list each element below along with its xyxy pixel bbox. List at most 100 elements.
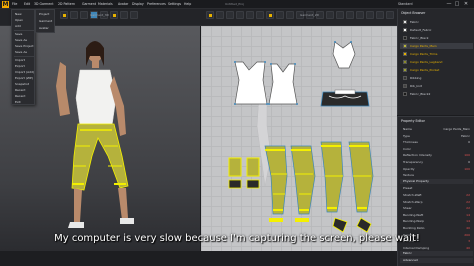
- menu-item-open[interactable]: Open: [15, 18, 23, 22]
- object-browser-row[interactable]: Cargo Pants_Main: [400, 43, 473, 49]
- property-value-field[interactable]: 14: [466, 219, 470, 223]
- tack-tool-icon[interactable]: [120, 11, 128, 19]
- polygon-tool-icon[interactable]: [216, 11, 224, 19]
- menu-item-recent-2[interactable]: Recent: [15, 94, 25, 98]
- property-row: Thickness 0: [400, 139, 473, 145]
- menu-item-add[interactable]: Add: [15, 24, 21, 28]
- object-browser-row[interactable]: Fabric_Black2: [400, 91, 473, 97]
- object-browser-row[interactable]: Rib_knit: [400, 83, 473, 89]
- menu-item-exit[interactable]: Exit: [15, 100, 21, 104]
- property-value-field[interactable]: Cargo Pants_Main: [443, 127, 470, 131]
- minimize-button[interactable]: —: [446, 1, 452, 7]
- submenu-item-project[interactable]: Project: [39, 12, 49, 16]
- submenu-item-avatar[interactable]: Avatar: [39, 26, 49, 30]
- menu-item-snapshot[interactable]: Snapshot: [15, 82, 29, 86]
- segment-sewing-icon[interactable]: [276, 11, 284, 19]
- arrange-tool-icon[interactable]: [110, 11, 118, 19]
- property-section-header[interactable]: Physical Property: [400, 178, 473, 184]
- tank-top-front-piece: [234, 61, 268, 105]
- dart-tool-icon[interactable]: [256, 11, 264, 19]
- submenu-item-garment[interactable]: Garment: [39, 19, 52, 23]
- object-browser-row[interactable]: Default_Fabric: [400, 27, 473, 33]
- property-value-field[interactable]: 22: [466, 200, 470, 204]
- zoom-tool-icon[interactable]: [386, 11, 394, 19]
- object-browser-row[interactable]: Fabric: [400, 19, 473, 25]
- property-row: Bending-Warp 14: [400, 218, 473, 224]
- rectangle-tool-icon[interactable]: [226, 11, 234, 19]
- object-browser-title: Object Browser: [401, 11, 426, 15]
- puckering-tool-icon[interactable]: [356, 11, 364, 19]
- property-value-field[interactable]: 40: [466, 226, 470, 230]
- property-row: Reflection Intensity 100: [400, 152, 473, 158]
- menu-avatar[interactable]: Avatar: [118, 2, 128, 6]
- internal-line-icon[interactable]: [246, 11, 254, 19]
- object-browser-row-label: Rib_knit: [410, 84, 422, 88]
- menu-item-export[interactable]: Export: [15, 64, 25, 68]
- property-row: Transparency 0: [400, 159, 473, 165]
- property-value-field[interactable]: 40: [466, 246, 470, 250]
- sewing-tool-icon[interactable]: [266, 11, 274, 19]
- file-menu-dropdown: New Open Add Save Save As Save Project S…: [11, 9, 35, 105]
- notch-tool-icon[interactable]: [326, 11, 334, 19]
- property-value-field[interactable]: 22: [466, 206, 470, 210]
- elastic-tool-icon[interactable]: [346, 11, 354, 19]
- object-browser-row[interactable]: Cargo Pants_Trims: [400, 51, 473, 57]
- fold-tool-icon[interactable]: [80, 11, 88, 19]
- symmetric-tool-icon[interactable]: [366, 11, 374, 19]
- menu-2d-pattern[interactable]: 2D Pattern: [58, 2, 75, 6]
- object-browser-row[interactable]: Cargo Pants_Legband: [400, 59, 473, 65]
- menu-separator: [14, 30, 34, 31]
- menu-garment[interactable]: Garment: [82, 2, 96, 6]
- menu-item-recent[interactable]: Recent: [15, 88, 25, 92]
- close-button[interactable]: ✕: [463, 1, 469, 7]
- property-section-header[interactable]: Advanced: [400, 258, 473, 263]
- pleat-tool-icon[interactable]: [336, 11, 344, 19]
- window-title: Untitled_Proj: [225, 2, 244, 6]
- menu-item-export-zip[interactable]: Export (ZIP): [15, 76, 33, 80]
- fabric-swatch-icon: [403, 60, 407, 64]
- select-tool-icon[interactable]: [60, 11, 68, 19]
- property-value-field[interactable]: 0: [468, 160, 470, 164]
- property-section-header[interactable]: Fabric: [400, 251, 473, 257]
- maximize-button[interactable]: □: [454, 1, 460, 7]
- menu-bar: M File Edit 3D Garment 2D Pattern Garmen…: [0, 0, 474, 9]
- menu-file[interactable]: File: [12, 2, 17, 6]
- video-subtitle: My computer is very slow because I'm cap…: [54, 233, 420, 244]
- fill-tool-icon[interactable]: [376, 11, 384, 19]
- 2d-pattern-window[interactable]: [201, 26, 397, 251]
- circle-tool-icon[interactable]: [236, 11, 244, 19]
- menu-item-save-as-2[interactable]: Save As: [15, 50, 27, 54]
- object-browser-row[interactable]: Cargo Pants_Pocket: [400, 67, 473, 73]
- menu-settings[interactable]: Settings: [168, 2, 181, 6]
- measure-tool-icon[interactable]: [130, 11, 138, 19]
- menu-display[interactable]: Display: [132, 2, 144, 6]
- property-value-field[interactable]: 0: [468, 140, 470, 144]
- property-row: Type Fabric: [400, 133, 473, 139]
- fabric-swatch-icon: [403, 92, 407, 96]
- pattern-select-icon[interactable]: [206, 11, 214, 19]
- object-browser-row[interactable]: Ribbing: [400, 75, 473, 81]
- menu-preferences[interactable]: Preferences: [147, 2, 166, 6]
- menu-item-new[interactable]: New: [15, 12, 22, 16]
- menu-materials[interactable]: Materials: [98, 2, 113, 6]
- menu-help[interactable]: Help: [184, 2, 191, 6]
- file-submenu: Project Garment Avatar: [35, 9, 55, 33]
- property-value-field[interactable]: 100: [464, 167, 470, 171]
- property-value-field[interactable]: 14: [466, 213, 470, 217]
- menu-item-save[interactable]: Save: [15, 32, 22, 36]
- menu-item-import[interactable]: Import: [15, 58, 25, 62]
- move-tool-icon[interactable]: [70, 11, 78, 19]
- property-label: Transparency: [403, 160, 424, 164]
- menu-3d-garment[interactable]: 3D Garment: [34, 2, 54, 6]
- free-sewing-icon[interactable]: [286, 11, 294, 19]
- menu-item-save-as[interactable]: Save As: [15, 38, 27, 42]
- property-editor-title: Property Editor: [401, 119, 425, 123]
- menu-item-import-add[interactable]: Import (Add): [15, 70, 34, 74]
- property-value-field[interactable]: Fabric: [461, 134, 470, 138]
- menu-item-save-project[interactable]: Save Project: [15, 44, 34, 48]
- property-value-field[interactable]: 100: [464, 153, 470, 157]
- menu-edit[interactable]: Edit: [24, 2, 30, 6]
- object-browser-row[interactable]: Fabric_Black: [400, 35, 473, 41]
- property-value-field[interactable]: 22: [466, 193, 470, 197]
- object-browser-row-label: Ribbing: [410, 76, 422, 80]
